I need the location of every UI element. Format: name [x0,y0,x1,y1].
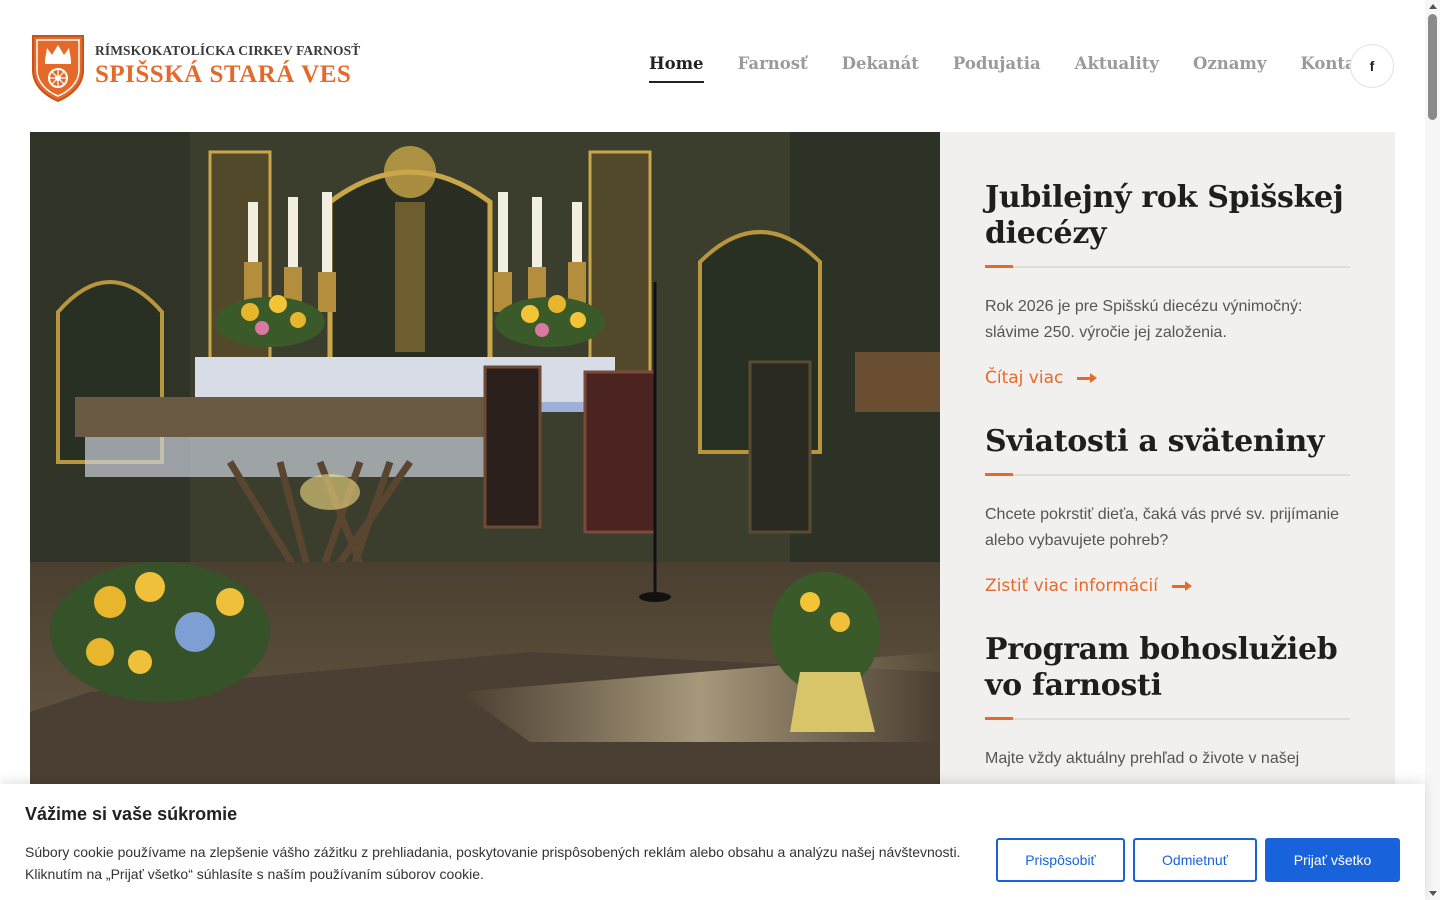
cookie-text: Súbory cookie používame na zlepšenie váš… [25,844,961,882]
read-more-label: Čítaj viac [985,368,1064,388]
page-scrollbar[interactable] [1425,0,1440,900]
nav-item-dekanat[interactable]: Dekanát [842,54,919,79]
logo-subtitle: RÍMSKOKATOLÍCKA CIRKEV FARNOSŤ [95,43,361,58]
arrow-right-icon [1171,580,1192,592]
nav-item-podujatia[interactable]: Podujatia [953,54,1041,79]
church-altar-photo [30,132,940,832]
read-more-link[interactable]: Čítaj viac [985,368,1098,388]
scroll-down-icon[interactable] [1429,891,1437,896]
main-nav: Home Farnosť Dekanát Podujatia Aktuality… [632,54,1392,83]
scroll-thumb[interactable] [1428,14,1437,120]
title-divider [985,473,1350,476]
jubilee-text: Rok 2026 je pre Spišskú diecézu výnimočn… [985,298,1303,341]
parish-shield-icon [32,35,84,102]
cookie-buttons: Prispôsobiť Odmietnuť Prijať všetko [996,838,1400,882]
title-divider [985,717,1350,720]
nav-item-aktuality[interactable]: Aktuality [1075,54,1159,79]
sacraments-text: Chcete pokrstiť dieťa, čaká vás prvé sv.… [985,506,1340,549]
site-logo[interactable]: RÍMSKOKATOLÍCKA CIRKEV FARNOSŤ SPIŠSKÁ S… [30,30,360,102]
accept-all-button[interactable]: Prijať všetko [1265,838,1400,882]
jubilee-block: Jubilejný rok Spišskej diecézy Rok 2026 … [985,180,1350,388]
customize-button[interactable]: Prispôsobiť [996,838,1125,882]
sacraments-title: Sviatosti a sväteniny [985,424,1325,459]
title-divider [985,265,1350,268]
intro-panel: Jubilejný rok Spišskej diecézy Rok 2026 … [940,132,1395,832]
jubilee-title: Jubilejný rok Spišskej diecézy [985,180,1344,251]
nav-item-oznamy[interactable]: Oznamy [1193,54,1266,79]
cookie-banner: Vážime si vaše súkromie Súbory cookie po… [0,784,1425,900]
more-info-label: Zistiť viac informácií [985,576,1158,596]
scroll-up-icon[interactable] [1429,4,1437,9]
nav-item-farnost[interactable]: Farnosť [738,54,808,79]
nav-item-home[interactable]: Home [649,54,704,83]
arrow-right-icon [1077,372,1098,384]
hero-image [30,132,940,832]
sacraments-block: Sviatosti a sväteniny Chcete pokrstiť di… [985,424,1350,596]
services-title: Program bohoslužieb vo farnosti [985,632,1338,703]
logo-title: SPIŠSKÁ STARÁ VES [95,61,352,88]
reject-button[interactable]: Odmietnuť [1133,838,1257,882]
cookie-title: Vážime si vaše súkromie [25,804,238,824]
services-block: Program bohoslužieb vo farnosti Majte vž… [985,632,1350,772]
more-info-link[interactable]: Zistiť viac informácií [985,576,1192,596]
facebook-icon[interactable]: f [1350,44,1394,88]
site-header: RÍMSKOKATOLÍCKA CIRKEV FARNOSŤ SPIŠSKÁ S… [0,0,1425,132]
services-text: Majte vždy aktuálny prehľad o živote v n… [985,750,1300,767]
